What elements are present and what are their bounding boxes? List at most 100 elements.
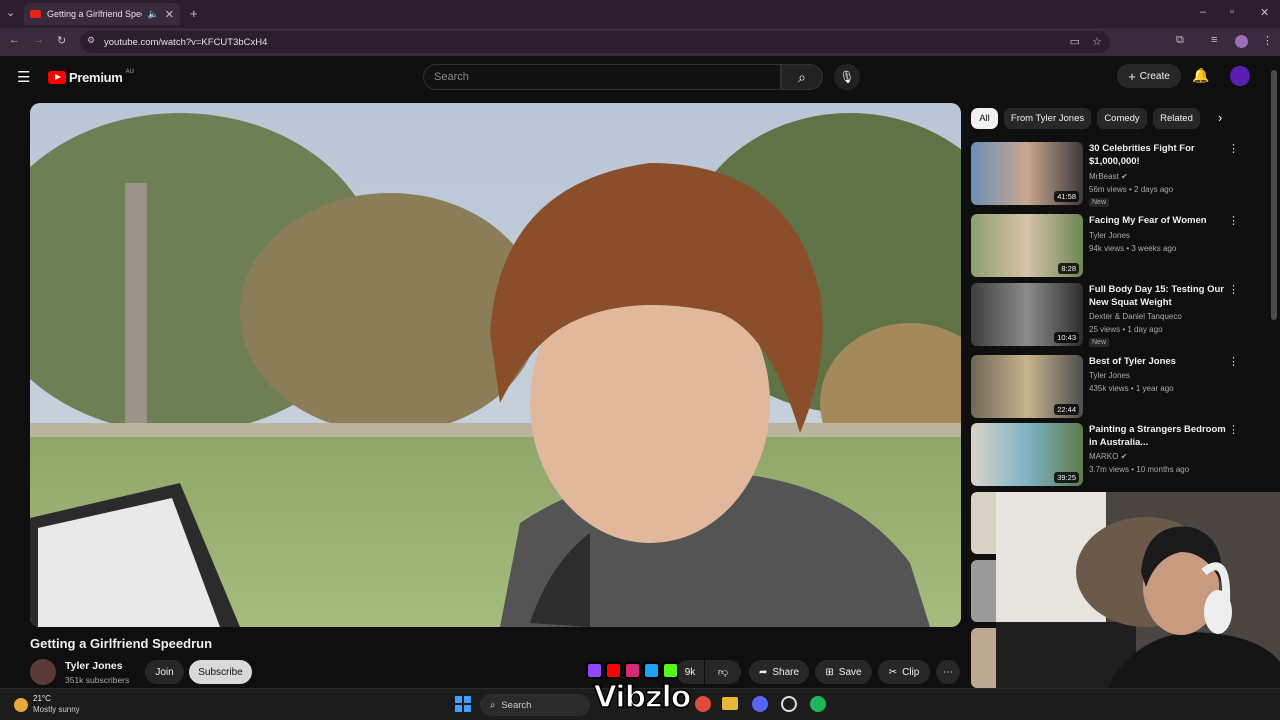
channel-text: MrBeast (1089, 172, 1119, 181)
share-button[interactable]: ➦ Share (749, 660, 809, 684)
video-player[interactable] (30, 103, 961, 627)
recommended-channel[interactable]: Dexter & Daniel Tanqueco (1089, 312, 1182, 321)
chip-all[interactable]: All (971, 108, 998, 129)
recommended-channel[interactable]: Tyler Jones (1089, 231, 1130, 240)
chip-related[interactable]: Related (1153, 108, 1200, 129)
tab-list-icon[interactable]: ⌄ (6, 6, 15, 19)
sunny-weather-icon[interactable] (14, 698, 28, 712)
video-duration: 22:44 (1054, 404, 1079, 415)
minimize-icon[interactable]: – (1200, 6, 1206, 18)
recommended-title[interactable]: Facing My Fear of Women (1089, 215, 1227, 228)
more-options-icon[interactable]: ⋮ (1228, 214, 1239, 227)
browser-menu-icon[interactable]: ⋮ (1262, 34, 1273, 47)
channel-avatar[interactable] (30, 659, 56, 685)
subscribe-button[interactable]: Subscribe (189, 660, 252, 684)
recommended-title[interactable]: Painting a Strangers Bedroom in Australi… (1089, 424, 1227, 449)
video-thumbnail[interactable]: 39:25 (971, 423, 1083, 486)
save-button[interactable]: ⊞ Save (815, 660, 872, 684)
recommended-title[interactable]: 30 Celebrities Fight For $1,000,000! (1089, 143, 1227, 168)
close-window-icon[interactable]: ✕ (1260, 6, 1269, 19)
recommended-channel[interactable]: MrBeast ✔ (1089, 172, 1128, 181)
discord-app-icon[interactable] (752, 696, 768, 712)
browser-tab[interactable]: Getting a Girlfriend Speedrun 🔈 ✕ (24, 3, 180, 25)
bookmark-star-icon[interactable]: ☆ (1092, 35, 1102, 48)
video-thumbnail[interactable]: 22:44 (971, 355, 1083, 418)
obs-app-icon[interactable] (781, 696, 797, 712)
taskbar-search[interactable]: ⌕ Search (480, 694, 590, 716)
more-options-icon[interactable]: ⋮ (1228, 355, 1239, 368)
more-horizontal-icon: ⋯ (943, 666, 953, 678)
recommended-video[interactable]: 10:43 Full Body Day 15: Testing Our New … (971, 283, 1241, 347)
voice-search-button[interactable]: 🎙 (834, 64, 860, 90)
recommended-channel[interactable]: Tyler Jones (1089, 371, 1130, 380)
file-explorer-icon[interactable] (722, 697, 738, 710)
plus-icon: + (1128, 68, 1136, 84)
page-scrollbar[interactable] (1271, 70, 1277, 320)
video-thumbnail[interactable] (971, 560, 997, 622)
video-thumbnail[interactable]: 41:58 (971, 142, 1083, 205)
recommended-meta: 25 views • 1 day ago (1089, 325, 1163, 334)
subscribe-label: Subscribe (198, 666, 243, 678)
search-icon: ⌕ (798, 69, 806, 85)
twitch-icon (586, 662, 603, 679)
browser-toolbar: ← → ↻ ⚙ youtube.com/watch?v=KFCUT3bCxH4 … (0, 28, 1280, 56)
share-label: Share (772, 666, 800, 678)
recommended-video[interactable]: 39:25 Painting a Strangers Bedroom in Au… (971, 423, 1241, 487)
forward-icon[interactable]: → (33, 34, 44, 46)
browser-tab-bar: ⌄ Getting a Girlfriend Speedrun 🔈 ✕ + – … (0, 0, 1280, 28)
extensions-icon[interactable]: ⧉ (1176, 34, 1184, 47)
weather-temperature[interactable]: 21°C (33, 694, 51, 703)
clip-button[interactable]: ✂ Clip (878, 660, 930, 684)
tab-title: Getting a Girlfriend Speedrun (47, 9, 142, 19)
channel-name[interactable]: Tyler Jones (65, 660, 123, 672)
video-title: Getting a Girlfriend Speedrun (30, 636, 213, 651)
recommended-title[interactable]: Best of Tyler Jones (1089, 356, 1227, 369)
weather-description[interactable]: Mostly sunny (33, 705, 80, 714)
cast-icon[interactable]: ▭ (1070, 35, 1080, 48)
webcam-frame (996, 492, 1280, 720)
spotify-app-icon[interactable] (810, 696, 826, 712)
recommended-video[interactable]: 41:58 30 Celebrities Fight For $1,000,00… (971, 142, 1241, 207)
recommended-meta: 3.7m views • 10 months ago (1089, 465, 1190, 474)
site-info-icon[interactable]: ⚙ (87, 35, 95, 46)
tab-close-icon[interactable]: ✕ (165, 8, 174, 21)
more-options-icon[interactable]: ⋮ (1228, 283, 1239, 296)
windows-start-icon[interactable] (455, 696, 471, 712)
notifications-bell-icon[interactable]: 🔔 (1192, 67, 1209, 84)
search-button[interactable]: ⌕ (781, 64, 823, 90)
kick-icon (662, 662, 679, 679)
create-button[interactable]: + Create (1117, 64, 1181, 88)
video-thumbnail[interactable] (971, 492, 997, 554)
video-frame (30, 103, 961, 627)
reload-icon[interactable]: ↻ (57, 34, 66, 47)
video-thumbnail[interactable]: 10:43 (971, 283, 1083, 346)
maximize-icon[interactable]: ▫ (1230, 6, 1234, 18)
dislike-button[interactable]: 👎︎ (705, 660, 741, 684)
more-actions-button[interactable]: ⋯ (936, 660, 960, 684)
youtube-premium-logo[interactable]: Premium AU (48, 69, 134, 85)
chip-from-tyler-jones[interactable]: From Tyler Jones (1004, 108, 1091, 129)
instagram-icon (624, 662, 641, 679)
recommended-video[interactable]: 8:28 Facing My Fear of Women Tyler Jones… (971, 214, 1241, 278)
recommended-video[interactable]: 22:44 Best of Tyler Jones Tyler Jones 43… (971, 355, 1241, 419)
profile-avatar-icon[interactable] (1235, 35, 1248, 48)
media-controls-icon[interactable]: ≡ (1211, 34, 1217, 46)
clip-label: Clip (902, 666, 920, 678)
video-thumbnail[interactable]: 8:28 (971, 214, 1083, 277)
search-icon: ⌕ (490, 699, 496, 711)
address-bar[interactable]: ⚙ youtube.com/watch?v=KFCUT3bCxH4 ▭ ☆ (80, 31, 1110, 53)
new-tab-icon[interactable]: + (190, 6, 198, 21)
chevron-right-icon[interactable]: › (1218, 110, 1222, 125)
search-input[interactable]: Search (423, 64, 781, 90)
more-options-icon[interactable]: ⋮ (1228, 142, 1239, 155)
recommended-title[interactable]: Full Body Day 15: Testing Our New Squat … (1089, 284, 1227, 309)
back-icon[interactable]: ← (9, 34, 20, 46)
chip-comedy[interactable]: Comedy (1097, 108, 1147, 129)
more-options-icon[interactable]: ⋮ (1228, 423, 1239, 436)
recommended-channel[interactable]: MARKO ✔ (1089, 452, 1127, 461)
account-avatar[interactable] (1230, 66, 1250, 86)
logo-wordmark: Premium (69, 70, 123, 85)
join-button[interactable]: Join (145, 660, 184, 684)
hamburger-menu-icon[interactable]: ☰ (17, 68, 30, 86)
video-thumbnail[interactable] (971, 628, 997, 688)
